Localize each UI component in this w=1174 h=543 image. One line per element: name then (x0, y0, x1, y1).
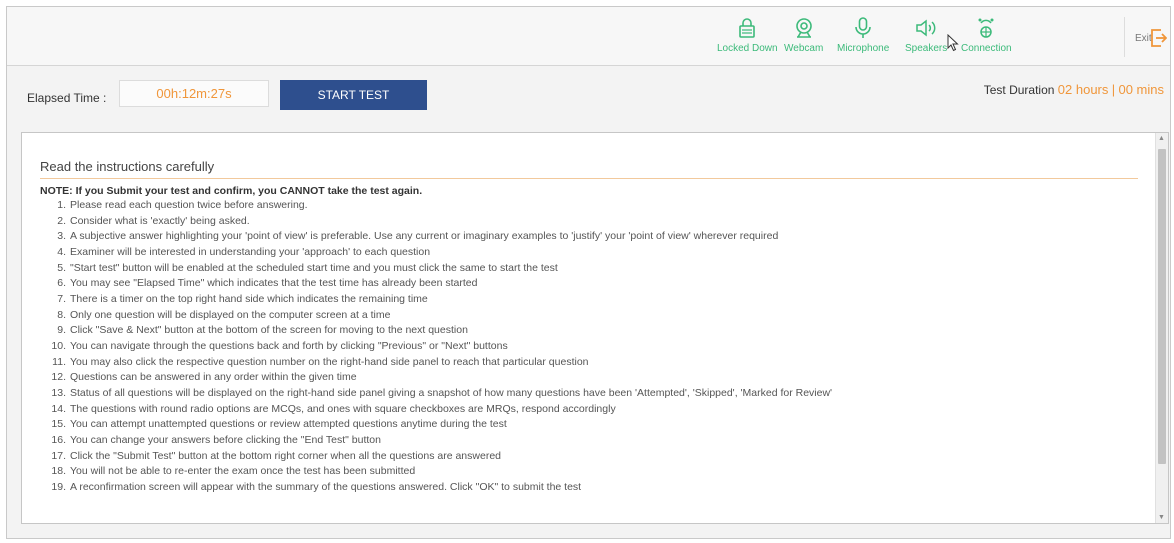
exit-icon (1149, 28, 1168, 53)
instruction-text: Consider what is 'exactly' being asked. (70, 214, 250, 227)
elapsed-time-value: 00h:12m:27s (119, 80, 269, 107)
instruction-number: 9. (57, 324, 66, 337)
instruction-item: 16. You can change your answers before cl… (40, 433, 1138, 449)
instruction-item: 1. Please read each question twice before… (40, 198, 1138, 214)
instruction-item: 18. You will not be able to re-enter the … (40, 464, 1138, 480)
exit-button[interactable]: Exit (1124, 17, 1170, 57)
instruction-item: 19. A reconfirmation screen will appear w… (40, 480, 1138, 496)
instruction-item: 5. "Start test" button will be enabled at… (40, 261, 1138, 277)
top-bar: Locked Down Webcam Microphone Speakers C… (7, 7, 1170, 66)
status-locked-down: Locked Down (717, 17, 778, 54)
instruction-item: 3. A subjective answer highlighting your … (40, 229, 1138, 245)
instruction-text: Status of all questions will be displaye… (70, 386, 833, 399)
speaker-icon (905, 17, 947, 39)
status-label: Microphone (837, 43, 890, 54)
instruction-text: A reconfirmation screen will appear with… (70, 480, 582, 493)
instruction-text: The questions with round radio options a… (70, 402, 616, 415)
instruction-text: "Start test" button will be enabled at t… (70, 261, 558, 274)
instruction-number: 12. (51, 371, 66, 384)
webcam-icon (784, 17, 823, 39)
instruction-text: Examiner will be interested in understan… (70, 245, 431, 258)
instructions-list: 1. Please read each question twice before… (40, 198, 1138, 495)
microphone-icon (837, 17, 889, 39)
instruction-number: 8. (57, 308, 66, 321)
instruction-item: 17. Click the "Submit Test" button at the… (40, 449, 1138, 465)
instruction-number: 19. (51, 480, 66, 493)
instruction-number: 2. (57, 214, 66, 227)
instruction-item: 8. Only one question will be displayed on… (40, 308, 1138, 324)
instruction-item: 6. You may see "Elapsed Time" which indic… (40, 276, 1138, 292)
instructions-heading: Read the instructions carefully (40, 159, 1138, 179)
test-duration-label: Test Duration (983, 83, 1055, 97)
instructions-note: NOTE: If you Submit your test and confir… (40, 185, 423, 197)
exam-window: Locked Down Webcam Microphone Speakers C… (6, 6, 1171, 539)
status-speakers: Speakers (905, 17, 947, 54)
instruction-text: You can attempt unattempted questions or… (70, 418, 507, 431)
test-duration-mins: 00 mins (1118, 82, 1164, 97)
test-duration-separator: | (1111, 82, 1116, 97)
instruction-number: 6. (57, 277, 66, 290)
instruction-text: Click "Save & Next" button at the bottom… (70, 324, 468, 337)
instruction-number: 11. (52, 355, 66, 368)
instruction-item: 2. Consider what is 'exactly' being asked… (40, 214, 1138, 230)
test-duration-hours: 02 hours (1057, 82, 1109, 97)
status-connection: Connection (961, 17, 1012, 54)
instruction-number: 13. (51, 386, 66, 399)
instruction-number: 1. (57, 199, 66, 211)
mouse-cursor-icon (947, 33, 959, 57)
lock-icon (717, 17, 778, 39)
scrollbar-thumb[interactable] (1158, 149, 1166, 464)
start-test-button[interactable]: START TEST (280, 80, 427, 110)
instruction-text: Questions can be answered in any order w… (70, 371, 357, 384)
instruction-number: 7. (57, 292, 66, 305)
status-label: Connection (961, 43, 1012, 54)
status-microphone: Microphone (837, 17, 889, 54)
instruction-text: A subjective answer highlighting your 'p… (70, 230, 779, 243)
instructions-scrollbar[interactable]: ▲ ▼ (1155, 133, 1168, 523)
elapsed-time-label: Elapsed Time : (27, 91, 107, 105)
status-label: Webcam (784, 43, 824, 54)
instruction-text: You can change your answers before click… (70, 433, 381, 446)
instruction-item: 7. There is a timer on the top right hand… (40, 292, 1138, 308)
connection-icon (961, 17, 1012, 39)
instruction-text: You will not be able to re-enter the exa… (70, 465, 416, 478)
instruction-text: You may see "Elapsed Time" which indicat… (70, 277, 478, 290)
instruction-text: You may also click the respective questi… (70, 355, 589, 368)
instruction-number: 17. (51, 449, 66, 462)
instruction-text: Only one question will be displayed on t… (70, 308, 391, 321)
instruction-item: 9. Click "Save & Next" button at the bott… (40, 323, 1138, 339)
instruction-number: 16. (51, 433, 66, 446)
instruction-text: Please read each question twice before a… (70, 199, 308, 211)
status-webcam: Webcam (784, 17, 823, 54)
instruction-number: 14. (51, 402, 66, 415)
instructions-content: Read the instructions carefully NOTE: If… (40, 159, 1138, 495)
instructions-panel[interactable]: Read the instructions carefully NOTE: If… (21, 132, 1169, 524)
instruction-text: There is a timer on the top right hand s… (70, 292, 428, 305)
instruction-number: 5. (57, 261, 66, 274)
instruction-item: 13. Status of all questions will be displ… (40, 386, 1138, 402)
status-label: Speakers (905, 43, 948, 54)
instruction-item: 15. You can attempt unattempted questions… (40, 417, 1138, 433)
instruction-item: 10. You can navigate through the question… (40, 339, 1138, 355)
instruction-number: 10. (51, 339, 66, 352)
instruction-item: 11. You may also click the respective que… (40, 355, 1138, 371)
instruction-item: 4. Examiner will be interested in underst… (40, 245, 1138, 261)
instruction-text: You can navigate through the questions b… (70, 339, 508, 352)
instruction-number: 4. (57, 245, 66, 258)
instruction-number: 18. (51, 465, 66, 478)
test-duration: Test Duration 02 hours | 00 mins (984, 82, 1164, 97)
instruction-number: 3. (57, 230, 66, 243)
instruction-number: 15. (51, 418, 66, 431)
scroll-down-icon[interactable]: ▼ (1158, 514, 1165, 521)
scroll-up-icon[interactable]: ▲ (1158, 135, 1165, 142)
instruction-text: Click the "Submit Test" button at the bo… (70, 449, 501, 462)
status-label: Locked Down (717, 43, 778, 54)
instruction-item: 12. Questions can be answered in any orde… (40, 370, 1138, 386)
timer-bar: Elapsed Time : 00h:12m:27s START TEST Te… (7, 65, 1170, 127)
instruction-item: 14. The questions with round radio option… (40, 402, 1138, 418)
